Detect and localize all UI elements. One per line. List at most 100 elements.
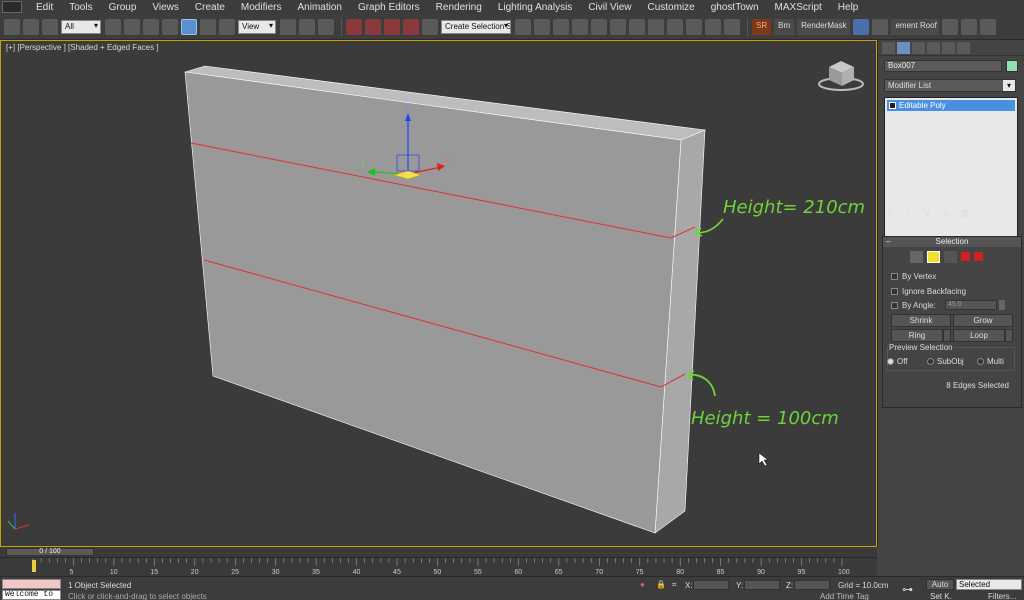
menu-create[interactable]: Create <box>187 2 233 13</box>
angle-snap-icon[interactable] <box>365 18 381 35</box>
y-coordinate-field[interactable] <box>744 580 780 590</box>
track-bar[interactable]: 5 10 15 20 25 30 35 40 45 50 55 60 65 70 75 80 85 90 95 100 <box>0 557 877 576</box>
keyboard-shortcut-icon[interactable] <box>318 18 334 35</box>
ring-button[interactable]: Ring <box>891 329 943 342</box>
rendermask-button[interactable]: RenderMask <box>797 18 851 35</box>
maxscript-listener-output[interactable] <box>2 579 61 589</box>
key-icon[interactable]: ⊶ <box>902 583 913 596</box>
key-filters-button[interactable]: Filters... <box>988 592 1016 600</box>
select-rotate-icon[interactable] <box>200 18 216 35</box>
configure-sets-icon[interactable]: ▦ <box>960 208 970 218</box>
select-by-name-icon[interactable] <box>124 18 140 35</box>
menu-views[interactable]: Views <box>144 2 187 13</box>
menu-customize[interactable]: Customize <box>639 2 702 13</box>
x-coordinate-field[interactable] <box>693 580 729 590</box>
menu-lighting-analysis[interactable]: Lighting Analysis <box>490 2 581 13</box>
preview-multi-radio[interactable]: Multi <box>977 357 1004 366</box>
preview-off-radio[interactable]: Off <box>887 357 908 366</box>
curve-editor-icon[interactable] <box>591 18 607 35</box>
object-name-field[interactable]: Box007 <box>884 60 1002 72</box>
set-key-button[interactable]: Set K. <box>930 592 952 600</box>
polygon-level-icon[interactable] <box>961 252 970 261</box>
z-coordinate-field[interactable] <box>794 580 830 590</box>
make-unique-icon[interactable]: ∀ <box>922 208 932 218</box>
absolute-mode-icon[interactable]: ⌗ <box>672 580 677 590</box>
checkbox-icon[interactable] <box>891 288 898 295</box>
perspective-viewport[interactable]: z x y Height= 210cm Height = 100cm [+] [… <box>0 40 877 547</box>
menu-rendering[interactable]: Rendering <box>428 2 490 13</box>
schematic-view-icon[interactable] <box>610 18 626 35</box>
show-end-result-icon[interactable]: ǀ <box>903 208 913 218</box>
render-production-icon[interactable] <box>686 18 702 35</box>
selection-filter-dropdown[interactable]: All <box>61 19 101 34</box>
stack-item-editable-poly[interactable]: Editable Poly <box>887 100 1015 111</box>
teapot-icon[interactable] <box>961 18 978 35</box>
menu-maxscript[interactable]: MAXScript <box>767 2 830 13</box>
app-logo-icon[interactable] <box>2 1 22 13</box>
percent-snap-icon[interactable] <box>384 18 400 35</box>
lock-selection-icon[interactable]: 🔒 <box>656 580 666 589</box>
ring-spinner[interactable] <box>943 329 951 342</box>
named-selection-dropdown[interactable]: Create Selection S <box>441 19 511 34</box>
time-slider[interactable]: 0 / 100 <box>0 547 877 557</box>
add-time-tag[interactable]: Add Time Tag <box>820 592 869 600</box>
tshirt-icon[interactable] <box>980 18 997 35</box>
viewcube[interactable] <box>818 61 864 91</box>
loop-spinner[interactable] <box>1005 329 1013 342</box>
selection-rollout-header[interactable]: – Selection <box>883 237 1021 247</box>
reference-coordinate-dropdown[interactable]: View <box>238 19 276 34</box>
modify-tab-icon[interactable] <box>897 41 910 54</box>
edit-named-selection-icon[interactable] <box>422 18 438 35</box>
menu-graph-editors[interactable]: Graph Editors <box>350 2 428 13</box>
element-level-icon[interactable] <box>974 252 983 261</box>
align-icon[interactable] <box>534 18 550 35</box>
by-angle-checkbox[interactable]: By Angle: <box>891 301 936 310</box>
radio-icon[interactable] <box>927 358 934 365</box>
modifier-stack[interactable]: Editable Poly <box>884 97 1018 241</box>
grow-button[interactable]: Grow <box>953 314 1013 327</box>
preview-subobj-radio[interactable]: SubObj <box>927 357 964 366</box>
key-filter-dropdown[interactable]: Selected <box>956 579 1022 590</box>
loop-button[interactable]: Loop <box>953 329 1005 342</box>
select-move-icon[interactable] <box>181 18 197 35</box>
material-editor-icon[interactable] <box>629 18 645 35</box>
by-vertex-checkbox[interactable]: By Vertex <box>891 272 936 281</box>
vertex-level-icon[interactable] <box>910 251 923 263</box>
viewport-label[interactable]: [+] [Perspective ] [Shaded + Edged Faces… <box>6 43 159 52</box>
menu-animation[interactable]: Animation <box>289 2 349 13</box>
ribbon-icon[interactable] <box>572 18 588 35</box>
menu-ghosttown[interactable]: ghostTown <box>703 2 767 13</box>
maxscript-listener-input[interactable]: Welcome to <box>2 590 61 600</box>
rectangle-selection-icon[interactable] <box>143 18 159 35</box>
bind-spacewarp-icon[interactable] <box>42 18 58 35</box>
angle-field[interactable]: 45.0 <box>945 300 997 310</box>
utilities-tab-icon[interactable] <box>957 41 970 54</box>
window-crossing-icon[interactable] <box>162 18 178 35</box>
menu-group[interactable]: Group <box>101 2 145 13</box>
object-color-swatch[interactable] <box>1006 60 1018 72</box>
auto-key-button[interactable]: Auto <box>926 579 954 590</box>
pin-stack-icon[interactable]: ⊥ <box>884 208 894 218</box>
select-object-icon[interactable] <box>105 18 121 35</box>
menu-modifiers[interactable]: Modifiers <box>233 2 290 13</box>
border-level-icon[interactable] <box>944 251 957 263</box>
bm-button[interactable]: Bm <box>774 18 795 35</box>
flag-icon[interactable] <box>872 18 889 35</box>
link-icon[interactable] <box>4 18 20 35</box>
angle-spinner[interactable] <box>999 300 1005 310</box>
menu-civil-view[interactable]: Civil View <box>580 2 639 13</box>
isolate-icon[interactable]: ● <box>640 580 645 589</box>
sr-button[interactable]: SR <box>752 18 772 35</box>
expand-icon[interactable] <box>889 102 896 109</box>
mirror-icon[interactable] <box>515 18 531 35</box>
hierarchy-tab-icon[interactable] <box>912 41 925 54</box>
layer-manager-icon[interactable] <box>553 18 569 35</box>
checkbox-icon[interactable] <box>891 302 898 309</box>
unlink-icon[interactable] <box>23 18 39 35</box>
create-tab-icon[interactable] <box>882 41 895 54</box>
radio-icon[interactable] <box>887 358 894 365</box>
select-scale-icon[interactable] <box>219 18 235 35</box>
ignore-backfacing-checkbox[interactable]: Ignore Backfacing <box>891 287 966 296</box>
rendered-frame-icon[interactable] <box>667 18 683 35</box>
remove-modifier-icon[interactable]: ♙ <box>941 208 951 218</box>
